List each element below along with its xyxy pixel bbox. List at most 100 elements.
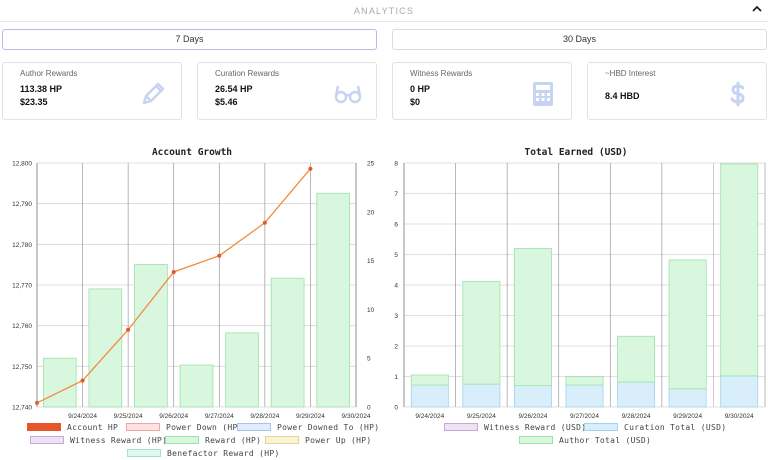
legend-item-power-up[interactable]: Power Up (HP): [265, 436, 372, 446]
stacked-bar-segment: [668, 259, 707, 390]
stacked-bar-segment: [565, 376, 604, 386]
x-tick-label: 9/27/2024: [570, 413, 599, 420]
y-tick-label-left: 12,760: [12, 323, 32, 330]
legend-item-author-total[interactable]: Author Total (USD): [519, 436, 651, 446]
legend-swatch: [519, 436, 553, 444]
legend-swatch: [237, 423, 271, 431]
y-tick-label-right: 0: [367, 405, 371, 412]
stacked-bar-segment: [617, 381, 656, 408]
stacked-bar-segment: [410, 384, 449, 408]
x-tick-label: 9/28/2024: [622, 413, 651, 420]
y-tick-label: 1: [394, 374, 398, 381]
x-tick-label: 9/25/2024: [467, 413, 496, 420]
x-tick-label: 9/26/2024: [518, 413, 547, 420]
y-tick-label-left: 12,780: [12, 242, 32, 249]
pencil-icon: [142, 82, 165, 105]
y-tick-label-left: 12,750: [12, 364, 32, 371]
card-label: Author Rewards: [20, 69, 78, 78]
y-tick-label-left: 12,790: [12, 201, 32, 208]
hbd-interest-card: ~HBD Interest 8.4 HBD: [587, 62, 767, 120]
account-hp-point: [126, 327, 131, 332]
y-tick-label: 6: [394, 222, 398, 229]
y-tick-label-right: 5: [367, 356, 371, 363]
account-hp-point: [80, 378, 85, 383]
y-tick-label: 0: [394, 405, 398, 412]
card-label: Curation Rewards: [215, 69, 280, 78]
legend-swatch: [444, 423, 478, 431]
card-value-hp: 113.38 HP: [20, 84, 63, 94]
stacked-bar-segment: [462, 383, 501, 408]
legend-swatch: [126, 423, 160, 431]
total-earned-chart: Total Earned (USD) 0 1 2 3 4 5 6 7 8 9/24/2024 9/2…: [394, 147, 766, 420]
legend-item-witness-reward-hp[interactable]: Witness Reward (HP): [30, 436, 167, 446]
range-7-days-button[interactable]: 7 Days: [2, 29, 377, 50]
account-hp-point: [262, 220, 267, 225]
card-value-hp: 26.54 HP: [215, 84, 253, 94]
account-hp-point: [217, 253, 222, 258]
card-label: ~HBD Interest: [605, 69, 656, 78]
x-tick-label: 9/24/2024: [68, 413, 97, 420]
chart-title: Account Growth: [152, 147, 232, 158]
x-tick-label: 9/29/2024: [296, 413, 325, 420]
account-hp-point: [308, 166, 313, 171]
chart-title: Total Earned (USD): [525, 147, 628, 158]
legend-item-witness-reward-usd[interactable]: Witness Reward (USD): [444, 423, 586, 433]
legend-item-reward-hp[interactable]: Reward (HP): [165, 436, 261, 446]
legend-swatch: [265, 436, 299, 444]
calculator-icon: [533, 82, 553, 106]
y-tick-label: 2: [394, 344, 398, 351]
legend-item-power-downed-to[interactable]: Power Downed To (HP): [237, 423, 379, 433]
card-value-hp: 0 HP: [410, 84, 431, 94]
y-tick-label: 5: [394, 252, 398, 259]
y-tick-label: 7: [394, 191, 398, 198]
curation-rewards-card: Curation Rewards 26.54 HP $5.46: [197, 62, 377, 120]
legend-swatch: [27, 423, 61, 431]
x-tick-label: 9/24/2024: [415, 413, 444, 420]
stacked-bar-segment: [513, 248, 552, 387]
author-rewards-card: Author Rewards 113.38 HP $23.35: [2, 62, 182, 120]
dollar-icon: [730, 81, 745, 107]
y-tick-label-right: 15: [367, 258, 375, 265]
card-label: Witness Rewards: [410, 69, 473, 78]
reward-bar: [316, 192, 351, 408]
stacked-bar-segment: [720, 375, 759, 408]
y-tick-label-right: 20: [367, 209, 375, 216]
y-tick-label-left: 12,800: [12, 161, 32, 168]
stacked-bar-segment: [410, 374, 449, 386]
analytics-header[interactable]: ANALYTICS: [0, 0, 768, 22]
range-30-days-button[interactable]: 30 Days: [392, 29, 767, 50]
legend-item-power-down[interactable]: Power Down (HP): [126, 423, 243, 433]
y-tick-label-left: 12,770: [12, 283, 32, 290]
reward-bar: [42, 357, 77, 408]
legend-item-benefactor-reward[interactable]: Benefactor Reward (HP): [127, 449, 280, 459]
y-tick-label-right: 10: [367, 307, 375, 314]
y-tick-label-right: 25: [367, 161, 375, 168]
chevron-up-icon[interactable]: [750, 2, 764, 16]
account-growth-chart: Account Growth 12,740 12,750 12,760 12,770 1…: [12, 147, 375, 420]
x-tick-label: 9/26/2024: [159, 413, 188, 420]
legend-item-curation-total[interactable]: Curation Total (USD): [584, 423, 726, 433]
y-tick-label: 4: [394, 283, 398, 290]
legend-item-account-hp[interactable]: Account HP: [27, 423, 118, 433]
x-tick-label: 9/25/2024: [114, 413, 143, 420]
legend-swatch: [584, 423, 618, 431]
card-value-hbd: 8.4 HBD: [605, 91, 640, 101]
x-tick-label: 9/30/2024: [725, 413, 754, 420]
reward-bar: [270, 277, 305, 408]
card-value-usd: $23.35: [20, 97, 48, 107]
y-tick-label-left: 12,740: [12, 405, 32, 412]
legend-swatch: [30, 436, 64, 444]
account-hp-point: [171, 269, 176, 274]
y-tick-label: 3: [394, 313, 398, 320]
card-value-usd: $0: [410, 97, 421, 107]
x-tick-label: 9/28/2024: [250, 413, 279, 420]
stacked-bar-segment: [668, 388, 707, 408]
glasses-icon: [334, 85, 362, 104]
x-tick-label: 9/27/2024: [205, 413, 234, 420]
stacked-bar-segment: [617, 335, 656, 383]
x-tick-label: 9/29/2024: [673, 413, 702, 420]
stacked-bar-segment: [513, 385, 552, 408]
x-tick-label: 9/30/2024: [342, 413, 371, 420]
reward-bar: [88, 288, 123, 408]
card-value-usd: $5.46: [215, 97, 238, 107]
